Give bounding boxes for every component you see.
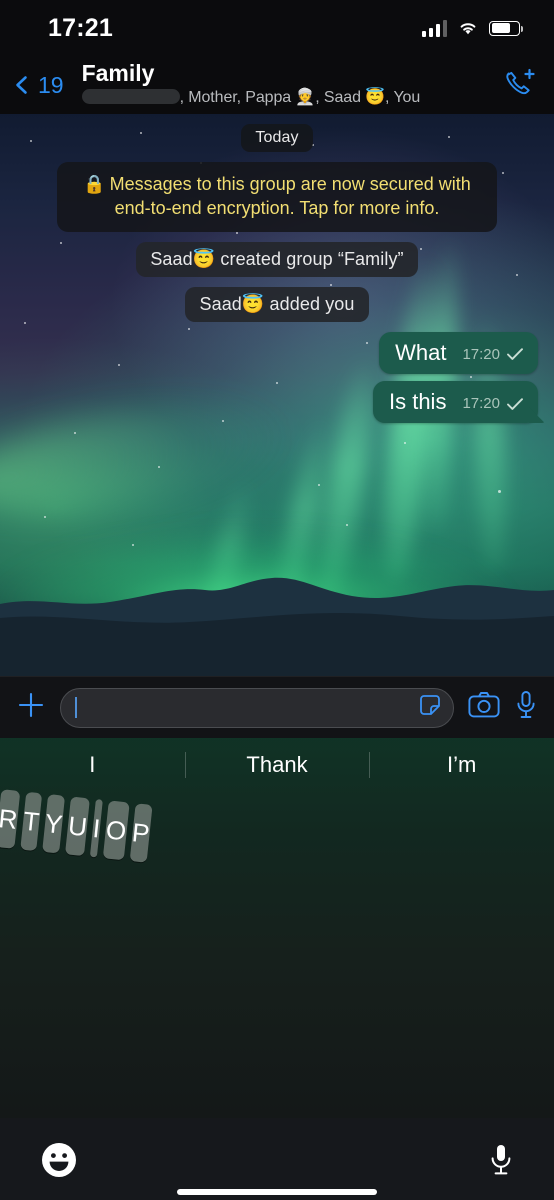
prediction-item[interactable]: Thank [184,738,370,792]
back-button[interactable]: 19 [12,72,64,99]
single-check-icon [507,348,523,361]
day-divider-row: Today [12,124,542,152]
prediction-label: Thank [246,752,308,777]
group-name: Family [81,61,155,87]
microphone-icon [491,1144,511,1174]
prediction-item[interactable]: I’m [369,738,554,792]
onscreen-keyboard: I Thank I’m Q W E R T Y U I O P A S D F … [0,738,554,1198]
key-y[interactable]: Y [42,794,66,854]
cellular-signal-icon [422,19,447,37]
home-indicator [177,1189,377,1195]
camera-button[interactable] [468,691,500,724]
system-message-row: Saad😇 created group “Family” [12,241,542,277]
encryption-notice-row[interactable]: 🔒 Messages to this group are now secured … [12,162,542,232]
day-divider: Today [241,124,313,152]
attach-button[interactable] [16,690,46,725]
message-row-outgoing: Is this 17:20 [12,380,542,424]
status-bar-indicators [422,19,523,37]
battery-icon [489,20,523,36]
dictation-button[interactable] [488,1143,514,1182]
message-input-field[interactable] [60,687,454,728]
chevron-left-icon [16,76,27,94]
lock-icon: 🔒 [83,174,106,194]
key-i[interactable]: I [89,799,104,858]
message-meta: 17:20 [462,395,524,415]
chat-message-area[interactable]: Today 🔒 Messages to this group are now se… [0,114,554,676]
keyboard-row-1: Q W E R T Y U I O P [0,789,153,1123]
chat-header: 19 Family , Mother, Pappa 👳, Saad 😇, You [0,56,554,114]
microphone-icon [517,691,535,718]
status-bar-time: 17:21 [48,13,113,42]
message-list: Today 🔒 Messages to this group are now se… [0,114,554,676]
message-bubble-outgoing[interactable]: Is this 17:20 [372,380,538,424]
key-o[interactable]: O [103,800,130,861]
wifi-icon [460,23,476,35]
key-t[interactable]: T [20,791,43,852]
prediction-bar: I Thank I’m [0,738,554,792]
phone-screen: 17:21 19 Family , Mother, Pappa 👳, Saad … [0,0,554,1200]
message-time: 17:20 [462,345,500,363]
key-u[interactable]: U [65,796,91,857]
chat-title-block[interactable]: Family , Mother, Pappa 👳, Saad 😇, You [81,61,502,107]
redacted-participant-name [81,89,180,105]
add-call-button[interactable] [502,67,538,104]
system-message-added-you: Saad😇 added you [185,286,369,322]
message-row-outgoing: What 17:20 [12,331,542,374]
message-meta: 17:20 [462,346,524,366]
message-text: Is this [388,388,447,414]
key-r[interactable]: R [0,789,21,849]
system-message-row: Saad😇 added you [12,286,542,322]
message-input-bar [0,676,554,738]
participants-list: , Mother, Pappa 👳, Saad 😇, You [179,88,421,106]
encryption-notice[interactable]: 🔒 Messages to this group are now secured … [57,162,497,232]
sticker-icon [420,695,440,715]
key-p[interactable]: P [129,803,153,863]
single-check-icon [507,398,523,410]
camera-icon [468,692,500,718]
status-bar: 17:21 [0,0,554,56]
phone-add-icon [506,68,535,94]
message-bubble-outgoing[interactable]: What 17:20 [379,331,538,374]
prediction-label: I [89,752,96,777]
voice-message-button[interactable] [514,690,538,725]
keyboard-bottom-bar [0,1118,554,1200]
prediction-label: I’m [447,752,477,777]
emoji-button[interactable] [40,1141,78,1184]
encryption-notice-text: Messages to this group are now secured w… [109,174,471,218]
unread-badge: 19 [38,71,64,98]
message-text: What [395,339,447,365]
text-cursor [75,697,77,718]
message-time: 17:20 [462,395,500,413]
smiley-face-icon [42,1142,76,1177]
participants-line: , Mother, Pappa 👳, Saad 😇, You [81,87,502,107]
system-message-created-group: Saad😇 created group “Family” [136,241,418,277]
plus-icon [18,692,44,718]
sticker-button[interactable] [417,692,443,723]
prediction-item[interactable]: I [0,738,185,792]
